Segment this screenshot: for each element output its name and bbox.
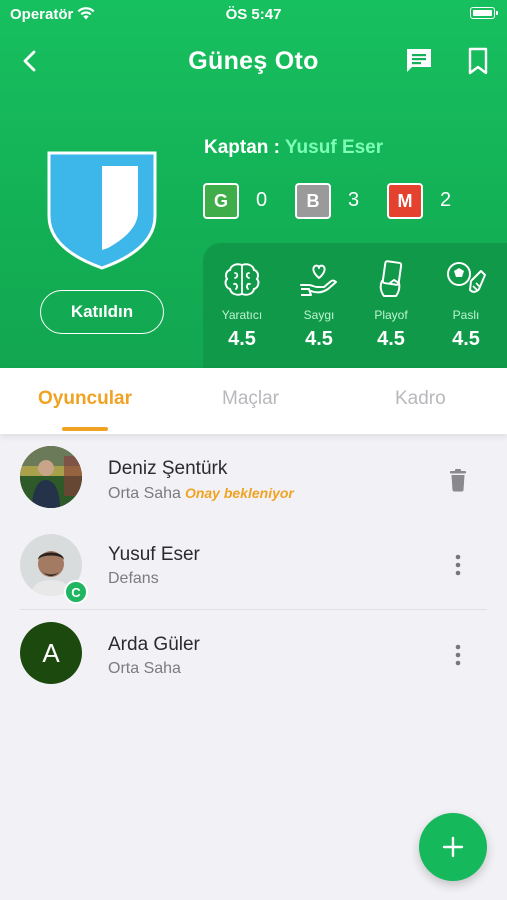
list-item[interactable]: C Yusuf Eser Defans — [0, 522, 507, 610]
trait-label: Paslı — [452, 308, 480, 322]
nav-bar: Güneş Oto — [0, 36, 507, 86]
trait-passing: Paslı 4.5 — [431, 259, 501, 351]
ball-kick-icon — [447, 262, 486, 293]
status-bar: Operatör ÖS 5:47 — [0, 0, 507, 28]
list-item[interactable]: A Arda Güler Orta Saha — [0, 612, 507, 700]
team-header: Operatör ÖS 5:47 Güneş Oto Katıldın Kapt… — [0, 0, 507, 368]
player-name: Yusuf Eser — [108, 544, 200, 565]
tab-players[interactable]: Oyuncular — [38, 388, 132, 410]
trait-value: 4.5 — [452, 328, 480, 350]
card-hand-icon — [379, 260, 403, 297]
player-position: Orta Saha Onay bekleniyor — [108, 485, 294, 503]
tab-bar: Oyuncular Maçlar Kadro — [0, 368, 507, 434]
loss-badge: M — [387, 183, 423, 219]
win-count: 0 — [256, 189, 268, 211]
clock: ÖS 5:47 — [225, 6, 282, 23]
win-badge: G — [203, 183, 239, 219]
trait-creative: Yaratıcı 4.5 — [207, 259, 277, 351]
trait-label: Saygı — [303, 308, 335, 322]
battery-icon — [470, 7, 498, 19]
trait-label: Playof — [374, 308, 408, 322]
captain-name: Yusuf Eser — [284, 137, 384, 158]
position-label: Orta Saha — [108, 485, 181, 502]
captain-badge: C — [64, 580, 88, 604]
pending-status: Onay bekleniyor — [184, 485, 294, 501]
draw-badge: B — [295, 183, 331, 219]
more-vertical-icon[interactable] — [445, 552, 471, 578]
more-vertical-icon[interactable] — [445, 642, 471, 668]
player-name: Deniz Şentürk — [108, 458, 228, 479]
tab-squad[interactable]: Kadro — [395, 388, 446, 410]
team-shield-logo — [47, 151, 157, 270]
loss-count: 2 — [440, 189, 452, 211]
player-name: Arda Güler — [108, 634, 200, 655]
trait-respect: Saygı 4.5 — [284, 259, 354, 351]
trait-value: 4.5 — [228, 328, 256, 350]
trash-icon[interactable] — [445, 467, 471, 493]
avatar: A — [20, 622, 82, 684]
heart-hand-icon — [300, 264, 337, 296]
add-player-button[interactable] — [419, 813, 487, 881]
player-position: Orta Saha — [108, 660, 181, 677]
trait-label: Yaratıcı — [221, 308, 263, 322]
divider — [20, 609, 487, 610]
active-tab-indicator — [62, 427, 108, 431]
player-position: Defans — [108, 570, 159, 587]
tab-matches[interactable]: Maçlar — [222, 388, 279, 410]
bookmark-icon[interactable] — [465, 46, 491, 76]
trait-value: 4.5 — [377, 328, 405, 350]
team-traits-panel: Yaratıcı 4.5 Saygı 4.5 Playof 4.5 Paslı … — [203, 243, 507, 368]
trait-value: 4.5 — [305, 328, 333, 350]
trait-playoff: Playof 4.5 — [356, 259, 426, 351]
avatar — [20, 446, 82, 508]
list-item[interactable]: Deniz Şentürk Orta Saha Onay bekleniyor — [0, 434, 507, 522]
plus-icon — [442, 836, 464, 858]
captain-info: Kaptan : Yusuf Eser — [204, 137, 383, 159]
brain-icon — [224, 263, 260, 296]
captain-label: Kaptan : — [204, 137, 280, 158]
joined-button[interactable]: Katıldın — [40, 290, 164, 334]
chat-icon[interactable] — [404, 46, 434, 76]
draw-count: 3 — [348, 189, 360, 211]
